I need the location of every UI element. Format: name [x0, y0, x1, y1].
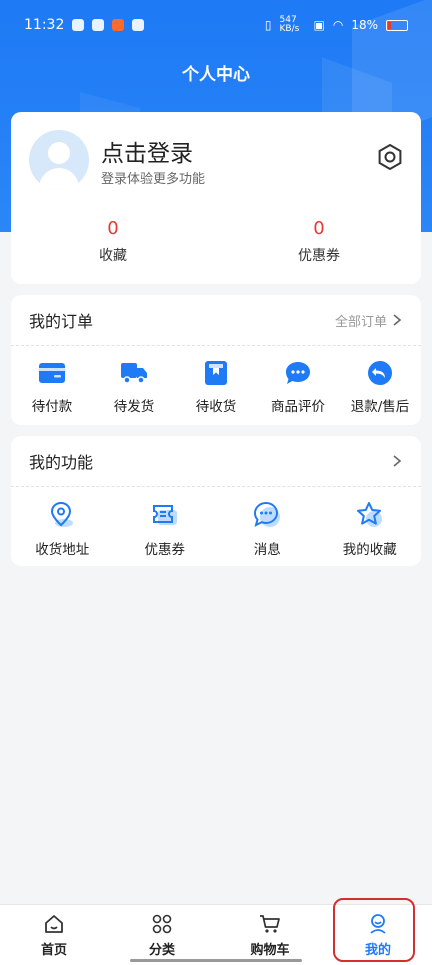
refund-icon	[368, 361, 392, 385]
coupon-icon	[152, 505, 177, 525]
order-item-label: 待付款	[31, 399, 73, 415]
stat-favorites[interactable]: 0 收藏	[43, 218, 183, 265]
nfc-icon: ▣	[313, 18, 325, 32]
func-address[interactable]: 收货地址	[21, 501, 103, 558]
profile-card: 点击登录 登录体验更多功能 0 收藏 0 优惠券	[11, 112, 421, 284]
stat-label: 优惠券	[298, 248, 340, 264]
order-pending-shipment[interactable]: 待发货	[93, 360, 175, 415]
order-review[interactable]: 商品评价	[257, 360, 339, 415]
cart-icon	[260, 914, 280, 933]
tab-label: 首页	[40, 942, 67, 958]
func-item-label: 我的收藏	[342, 542, 397, 558]
location-icon	[51, 501, 74, 527]
stat-coupons[interactable]: 0 优惠券	[249, 218, 389, 265]
star-icon	[356, 502, 382, 527]
order-item-label: 待收货	[195, 399, 237, 415]
orders-title: 我的订单	[29, 312, 94, 331]
func-favorites[interactable]: 我的收藏	[329, 501, 411, 558]
order-item-label: 退款/售后	[350, 399, 410, 415]
order-pending-payment[interactable]: 待付款	[11, 360, 93, 415]
battery-percent: 18%	[351, 18, 378, 32]
status-time: 11:32	[24, 17, 65, 33]
chevron-right-icon[interactable]	[391, 455, 403, 467]
battery-icon	[386, 19, 408, 31]
home-icon	[45, 914, 63, 933]
grid-icon	[152, 914, 172, 933]
order-refund[interactable]: 退款/售后	[339, 360, 421, 415]
chevron-right-icon	[393, 314, 402, 326]
stat-value: 0	[313, 218, 325, 239]
active-tab-highlight	[333, 898, 415, 962]
all-orders-label: 全部订单	[334, 314, 387, 330]
truck-icon	[121, 363, 147, 384]
mail-icon	[132, 19, 145, 31]
order-pending-receipt[interactable]: 待收货	[175, 360, 257, 415]
functions-card: 我的功能 收货地址 优惠券 消息 我的收藏	[11, 436, 421, 566]
func-item-label: 优惠券	[144, 542, 186, 558]
vibrate-icon: ▯	[264, 18, 272, 32]
functions-title: 我的功能	[29, 453, 94, 472]
message-icon	[254, 501, 281, 527]
orders-header: 我的订单 全部订单	[11, 295, 421, 346]
func-messages[interactable]: 消息	[226, 501, 308, 558]
page-title: 个人中心	[182, 65, 250, 85]
login-subtitle: 登录体验更多功能	[101, 172, 206, 187]
tab-label: 分类	[148, 942, 175, 958]
app-notification-icon	[92, 19, 105, 31]
comment-icon	[286, 362, 310, 384]
home-indicator[interactable]	[130, 959, 302, 962]
tab-category[interactable]: 分类	[108, 905, 216, 965]
wifi-icon: ◠	[332, 18, 344, 32]
func-coupon[interactable]: 优惠券	[124, 501, 206, 558]
avatar[interactable]	[29, 130, 89, 190]
all-orders-link[interactable]: 全部订单	[335, 311, 403, 330]
package-icon	[205, 361, 227, 385]
stat-label: 收藏	[99, 248, 127, 264]
tab-cart[interactable]: 购物车	[216, 905, 324, 965]
tab-label: 购物车	[250, 942, 290, 958]
app-notification-icon	[112, 19, 125, 31]
settings-icon[interactable]	[375, 142, 405, 172]
order-item-label: 商品评价	[271, 399, 325, 415]
orders-card: 我的订单 全部订单 待付款 待发货 待收货 商品评价 退款/售后	[11, 295, 421, 425]
func-item-label: 消息	[253, 542, 281, 558]
tab-home[interactable]: 首页	[0, 905, 108, 965]
status-bar: 11:32 ▯ 547 KB/s ▣ ◠ 18%	[0, 0, 432, 50]
func-item-label: 收货地址	[35, 542, 90, 558]
notification-icon	[72, 19, 85, 31]
stat-value: 0	[107, 218, 119, 239]
order-item-label: 待发货	[113, 399, 155, 415]
login-title[interactable]: 点击登录	[101, 134, 193, 168]
net-speed: 547 KB/s	[279, 15, 300, 34]
card-icon	[39, 363, 65, 383]
functions-header: 我的功能	[11, 436, 421, 487]
